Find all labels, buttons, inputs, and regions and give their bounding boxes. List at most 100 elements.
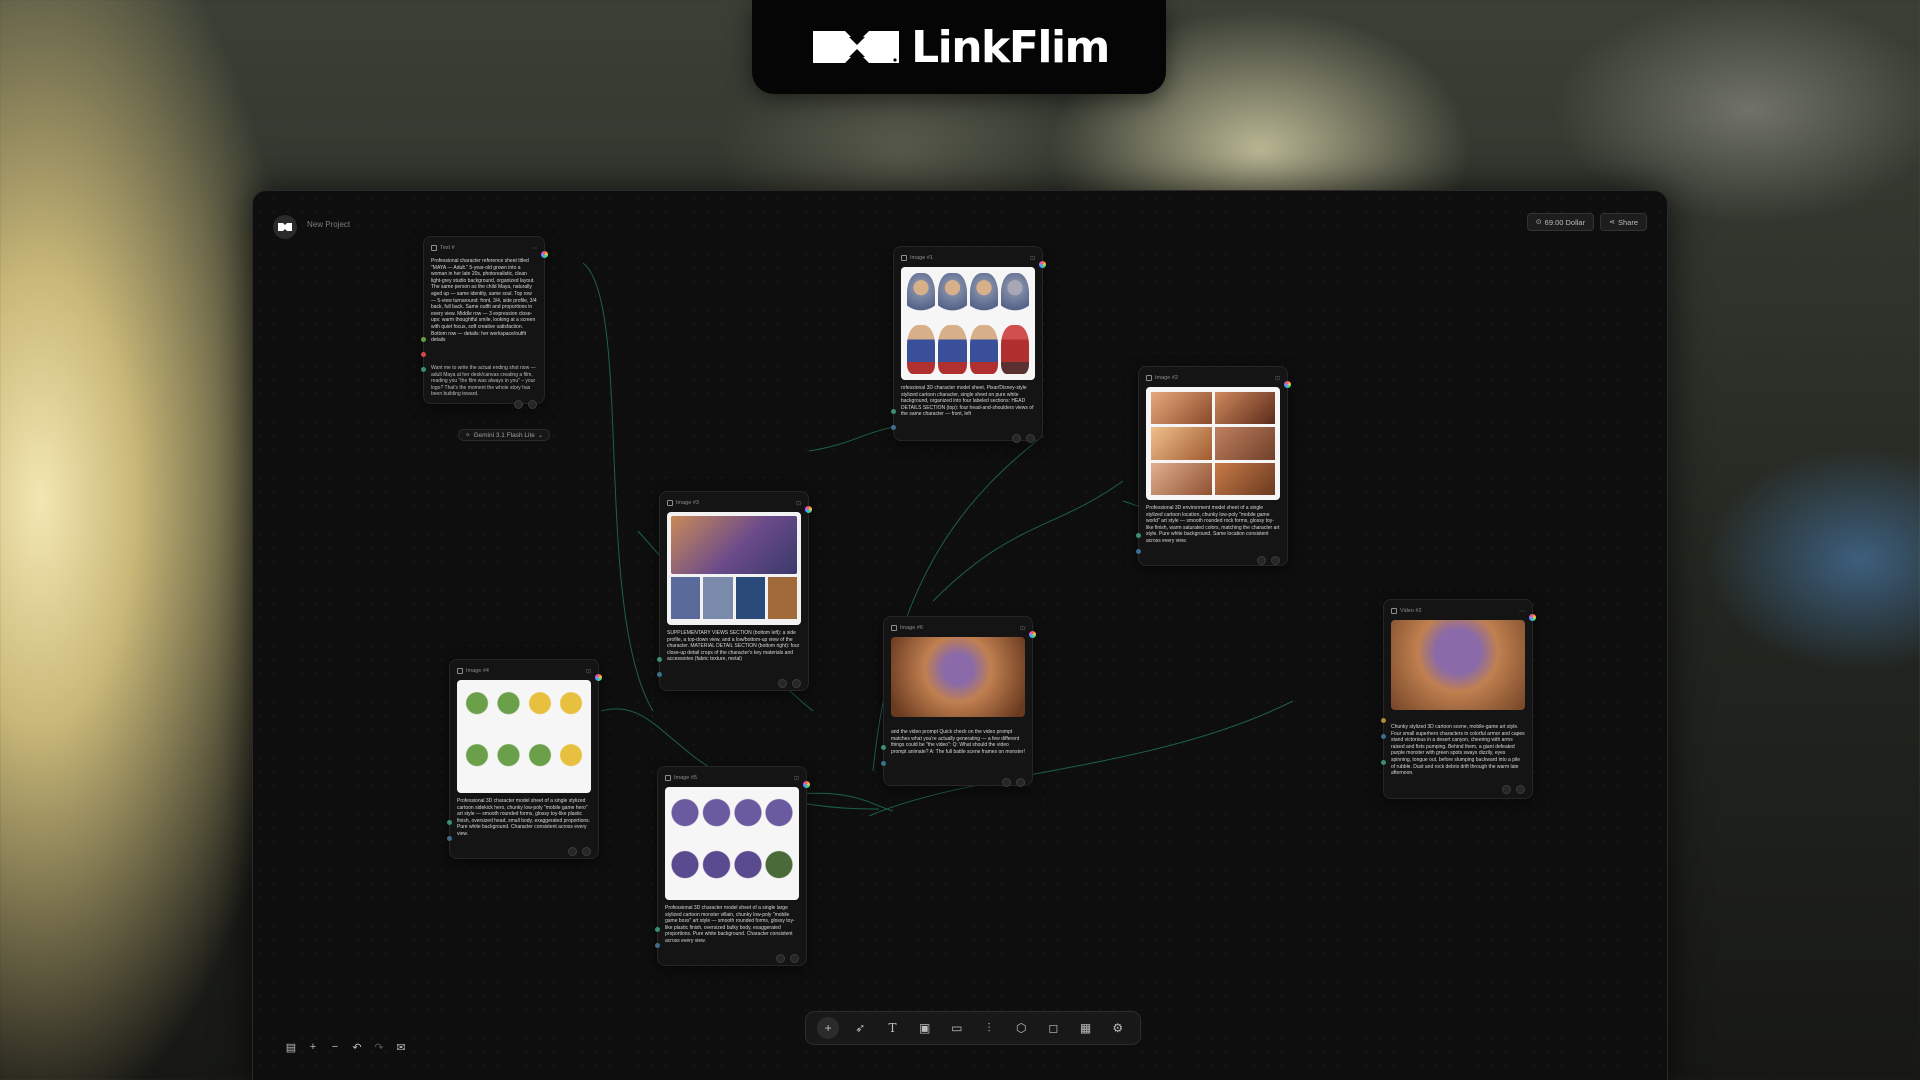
- plus-icon[interactable]: +: [817, 1017, 840, 1039]
- lock-icon[interactable]: ⊡: [1275, 375, 1280, 382]
- comment-icon[interactable]: ◻: [1042, 1017, 1064, 1039]
- text-icon[interactable]: T: [881, 1017, 903, 1039]
- image-node-3[interactable]: Image #3 ⊡ SUPPLEMENTARY VIEWS SECTION (…: [657, 491, 812, 691]
- input-port[interactable]: [881, 761, 886, 766]
- send-button[interactable]: [582, 847, 591, 856]
- mic-button[interactable]: [514, 400, 523, 409]
- map-icon[interactable]: ▤: [283, 1039, 299, 1055]
- send-button[interactable]: [1271, 556, 1280, 565]
- audio-icon[interactable]: ⫶: [978, 1017, 1000, 1039]
- image-icon: [1146, 375, 1152, 381]
- input-port[interactable]: [657, 657, 662, 662]
- image-thumbnail[interactable]: [665, 787, 799, 900]
- cursor-icon[interactable]: ➶: [849, 1017, 871, 1039]
- video-node-2[interactable]: Video #2 ⋯ Chunky stylized 3D cartoon sc…: [1381, 599, 1536, 799]
- node-prompt-text[interactable]: Chunky stylized 3D cartoon scene, mobile…: [1391, 724, 1525, 782]
- node-menu-icon[interactable]: ⋯: [531, 245, 537, 252]
- input-port[interactable]: [657, 672, 662, 677]
- image-thumbnail[interactable]: [457, 680, 591, 793]
- image-icon[interactable]: ▣: [914, 1017, 936, 1039]
- video-thumbnail[interactable]: [1391, 620, 1525, 710]
- send-button[interactable]: [1026, 434, 1035, 443]
- input-port[interactable]: [421, 337, 426, 342]
- output-port[interactable]: [1039, 261, 1046, 268]
- output-port[interactable]: [541, 251, 548, 258]
- input-port[interactable]: [891, 425, 896, 430]
- text-node-1[interactable]: Text # ⋯ Professional character referenc…: [421, 236, 548, 409]
- app-window: New Project ⊙ 69.00 Dollar ⋖ Share Text …: [252, 190, 1668, 1080]
- model-selector[interactable]: ✧ Gemini 3.1 Flash Lite ⌄: [458, 429, 551, 441]
- node-prompt-text[interactable]: Professional 3D environment model sheet …: [1146, 505, 1280, 553]
- lock-icon[interactable]: ⊡: [796, 500, 801, 507]
- mail-icon[interactable]: ✉: [393, 1039, 409, 1055]
- video-icon: [1391, 608, 1397, 614]
- app-logo-button[interactable]: [273, 215, 297, 239]
- image-node-4[interactable]: Image #4 ⊡ Professional 3D character mod…: [447, 659, 602, 859]
- video-icon[interactable]: ▭: [946, 1017, 968, 1039]
- node-prompt-text[interactable]: Professional character reference sheet t…: [431, 258, 537, 360]
- output-port[interactable]: [595, 674, 602, 681]
- input-port[interactable]: [421, 367, 426, 372]
- 3d-icon[interactable]: ⬡: [1010, 1017, 1032, 1039]
- input-port[interactable]: [881, 745, 886, 750]
- lock-icon[interactable]: ⊡: [1020, 625, 1025, 632]
- undo-icon[interactable]: ↶: [349, 1039, 365, 1055]
- input-port[interactable]: [1136, 549, 1141, 554]
- input-port[interactable]: [655, 943, 660, 948]
- output-port[interactable]: [805, 506, 812, 513]
- send-button[interactable]: [790, 954, 799, 963]
- mic-button[interactable]: [1502, 785, 1511, 794]
- input-port[interactable]: [1381, 718, 1386, 723]
- input-port[interactable]: [1381, 760, 1386, 765]
- zoom-out-icon[interactable]: −: [327, 1039, 343, 1055]
- coin-icon: ⊙: [1535, 219, 1542, 226]
- image-node-1[interactable]: Image #1 ⊡ rofessional 3D character mode…: [891, 246, 1046, 443]
- mic-button[interactable]: [1012, 434, 1021, 443]
- send-button[interactable]: [528, 400, 537, 409]
- zoom-in-icon[interactable]: +: [305, 1039, 321, 1055]
- input-port[interactable]: [1381, 734, 1386, 739]
- image-thumbnail[interactable]: [1146, 387, 1280, 500]
- input-port[interactable]: [655, 927, 660, 932]
- mic-button[interactable]: [1002, 778, 1011, 787]
- input-port[interactable]: [891, 409, 896, 414]
- lock-icon[interactable]: ⊡: [586, 668, 591, 675]
- lock-icon[interactable]: ⊡: [1030, 255, 1035, 262]
- output-port[interactable]: [1529, 614, 1536, 621]
- input-port[interactable]: [447, 836, 452, 841]
- send-button[interactable]: [792, 679, 801, 688]
- node-prompt-text[interactable]: Professional 3D character model sheet of…: [457, 798, 591, 844]
- image-node-2[interactable]: Image #2 ⊡ Professional 3D environment m…: [1136, 366, 1291, 566]
- output-port[interactable]: [1284, 381, 1291, 388]
- image-thumbnail[interactable]: [891, 637, 1025, 717]
- node-prompt-text[interactable]: and the video prompt Quick check on the …: [891, 729, 1025, 775]
- mic-button[interactable]: [1257, 556, 1266, 565]
- image-node-5[interactable]: Image #5 ⊡ Professional 3D character mod…: [655, 766, 810, 966]
- node-prompt-text[interactable]: rofessional 3D character model sheet, Pi…: [901, 385, 1035, 431]
- redo-icon[interactable]: ↷: [371, 1039, 387, 1055]
- share-button[interactable]: ⋖ Share: [1600, 213, 1647, 231]
- input-port[interactable]: [1136, 533, 1141, 538]
- node-prompt-text[interactable]: Professional 3D character model sheet of…: [665, 905, 799, 951]
- image-icon: [901, 255, 907, 261]
- image-thumbnail[interactable]: [901, 267, 1035, 380]
- settings-icon[interactable]: ⚙: [1107, 1017, 1129, 1039]
- send-button[interactable]: [1016, 778, 1025, 787]
- layout-icon[interactable]: ▦: [1075, 1017, 1097, 1039]
- node-prompt-text[interactable]: SUPPLEMENTARY VIEWS SECTION (bottom left…: [667, 630, 801, 676]
- image-thumbnail[interactable]: [667, 512, 801, 625]
- output-port[interactable]: [803, 781, 810, 788]
- input-port[interactable]: [447, 820, 452, 825]
- lock-icon[interactable]: ⊡: [794, 775, 799, 782]
- image-node-6[interactable]: Image #6 ⊡ and the video prompt Quick ch…: [881, 616, 1036, 787]
- top-right-actions: ⊙ 69.00 Dollar ⋖ Share: [1526, 213, 1647, 231]
- mic-button[interactable]: [778, 679, 787, 688]
- node-menu-icon[interactable]: ⋯: [1519, 608, 1525, 615]
- project-name[interactable]: New Project: [307, 220, 350, 229]
- mic-button[interactable]: [776, 954, 785, 963]
- input-port[interactable]: [421, 352, 426, 357]
- output-port[interactable]: [1029, 631, 1036, 638]
- send-button[interactable]: [1516, 785, 1525, 794]
- mic-button[interactable]: [568, 847, 577, 856]
- credits-badge[interactable]: ⊙ 69.00 Dollar: [1526, 213, 1595, 231]
